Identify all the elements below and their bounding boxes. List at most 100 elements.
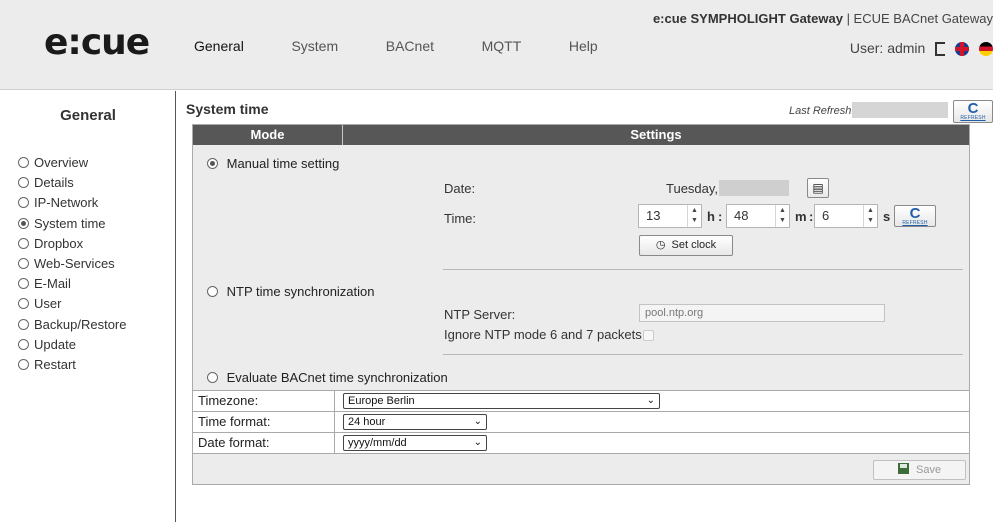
sidebar-item-ip-network[interactable]: IP-Network [18, 193, 127, 213]
product-name: e:cue SYMPHOLIGHT Gateway [652, 11, 843, 26]
refresh-icon: C [909, 205, 921, 222]
ntp-server-input[interactable]: pool.ntp.org [639, 304, 885, 322]
save-label: Save [915, 464, 942, 476]
set-clock-label: Set clock [671, 239, 717, 251]
user-label: User: admin [849, 40, 926, 56]
radio-icon [18, 278, 29, 290]
sidebar-item-update[interactable]: Update [18, 335, 127, 355]
sidebar: General Overview Details IP-Network Syst… [0, 91, 176, 522]
radio-icon [18, 197, 29, 209]
logout-icon[interactable] [935, 42, 946, 57]
last-refresh-label: Last Refresh: [789, 105, 855, 117]
sidebar-item-system-time[interactable]: System time [18, 214, 127, 234]
manual-time-label: Manual time setting [226, 156, 340, 171]
time-format-label: Time format: [193, 412, 335, 432]
divider [443, 269, 963, 270]
sidebar-item-restart[interactable]: Restart [18, 355, 127, 375]
system-time-panel: Mode Settings Manual time setting Date: … [192, 124, 970, 485]
radio-icon [207, 372, 218, 383]
sidebar-item-details[interactable]: Details [18, 173, 127, 193]
time-refresh-button[interactable]: C REFRESH [894, 205, 936, 227]
radio-icon [18, 298, 29, 310]
chevron-down-icon: ⌄ [473, 437, 482, 448]
table-header: Mode Settings [193, 125, 969, 145]
second-value: 6 [822, 208, 830, 223]
timezone-label: Timezone: [193, 391, 335, 411]
refresh-button[interactable]: C REFRESH [953, 100, 993, 123]
sidebar-item-label: Dropbox [34, 235, 84, 251]
nav-help[interactable]: Help [569, 38, 598, 54]
minute-value: 48 [734, 208, 749, 223]
save-button[interactable]: Save [873, 460, 966, 480]
hour-stepper[interactable]: 13 ▲ ▼ [638, 204, 702, 228]
time-label: Time: [444, 211, 477, 226]
refresh-label: REFRESH [902, 220, 928, 226]
date-format-label: Date format: [193, 433, 335, 453]
second-stepper[interactable]: 6 ▲ ▼ [814, 204, 878, 228]
stepper-arrows-icon[interactable]: ▲ ▼ [687, 205, 701, 227]
user-area: User: admin [849, 40, 993, 57]
ignore-ntp-label: Ignore NTP mode 6 and 7 packets [444, 327, 642, 342]
sidebar-item-label: Update [34, 336, 76, 352]
bacnet-sync-option[interactable]: Evaluate BACnet time synchronization [207, 370, 448, 385]
radio-icon [18, 157, 29, 168]
second-unit: s [883, 209, 891, 224]
sidebar-item-backup-restore[interactable]: Backup/Restore [18, 315, 127, 335]
sidebar-item-user[interactable]: User [18, 294, 127, 314]
bacnet-sync-label: Evaluate BACnet time synchronization [226, 370, 448, 385]
ntp-sync-label: NTP time synchronization [226, 284, 375, 299]
timezone-select[interactable]: Europe Berlin ⌄ [343, 393, 660, 409]
german-flag-icon[interactable] [979, 42, 993, 57]
radio-icon [18, 318, 29, 330]
radio-icon [18, 257, 29, 269]
minute-separator: : [809, 209, 814, 224]
stepper-arrows-icon[interactable]: ▲ ▼ [775, 205, 789, 227]
english-flag-icon[interactable] [955, 42, 970, 57]
minute-unit: m [795, 209, 807, 224]
hour-unit: h [707, 209, 715, 224]
sidebar-item-email[interactable]: E-Mail [18, 274, 127, 294]
timezone-value: Europe Berlin [348, 395, 415, 407]
radio-selected-icon [18, 217, 29, 229]
sidebar-item-overview[interactable]: Overview [18, 153, 127, 173]
sidebar-title: General [60, 107, 116, 124]
date-format-select[interactable]: yyyy/mm/dd ⌄ [343, 435, 487, 451]
sidebar-item-dropbox[interactable]: Dropbox [18, 234, 127, 254]
sidebar-item-label: System time [34, 215, 106, 231]
radio-selected-icon [207, 158, 218, 169]
nav-general[interactable]: General [194, 38, 244, 54]
calendar-button[interactable]: ▤ [807, 178, 829, 198]
date-weekday: Tuesday, [666, 181, 719, 196]
time-format-row: Time format: 24 hour ⌄ [193, 411, 969, 432]
manual-time-option[interactable]: Manual time setting [207, 156, 339, 171]
hour-value: 13 [646, 208, 661, 223]
radio-icon [18, 237, 29, 249]
date-format-row: Date format: yyyy/mm/dd ⌄ [193, 432, 969, 454]
stepper-arrows-icon[interactable]: ▲ ▼ [863, 205, 877, 227]
settings-header: Settings [630, 127, 682, 142]
ntp-sync-option[interactable]: NTP time synchronization [207, 284, 375, 299]
product-variant: | ECUE BACnet Gateway [846, 11, 993, 26]
refresh-icon: C [967, 100, 979, 117]
sidebar-item-label: E-Mail [34, 276, 71, 292]
ecue-logo: e:cue [44, 22, 150, 63]
nav-bacnet[interactable]: BACnet [386, 38, 434, 54]
sidebar-menu: Overview Details IP-Network System time … [18, 153, 127, 375]
set-clock-button[interactable]: ◷ Set clock [639, 235, 733, 256]
hour-separator: : [718, 209, 723, 224]
radio-icon [18, 358, 29, 370]
mode-header: Mode [193, 125, 343, 145]
radio-icon [18, 338, 29, 350]
sidebar-item-label: User [34, 296, 62, 312]
sidebar-item-web-services[interactable]: Web-Services [18, 254, 127, 274]
nav-mqtt[interactable]: MQTT [482, 38, 522, 54]
page-title: System time [186, 101, 269, 117]
minute-stepper[interactable]: 48 ▲ ▼ [726, 204, 790, 228]
sidebar-item-label: IP-Network [34, 195, 99, 211]
nav-system[interactable]: System [291, 38, 338, 54]
timezone-row: Timezone: Europe Berlin ⌄ [193, 390, 969, 411]
radio-icon [207, 286, 218, 297]
ignore-ntp-checkbox[interactable] [643, 330, 654, 341]
sidebar-item-label: Overview [34, 155, 89, 170]
time-format-select[interactable]: 24 hour ⌄ [343, 414, 487, 430]
